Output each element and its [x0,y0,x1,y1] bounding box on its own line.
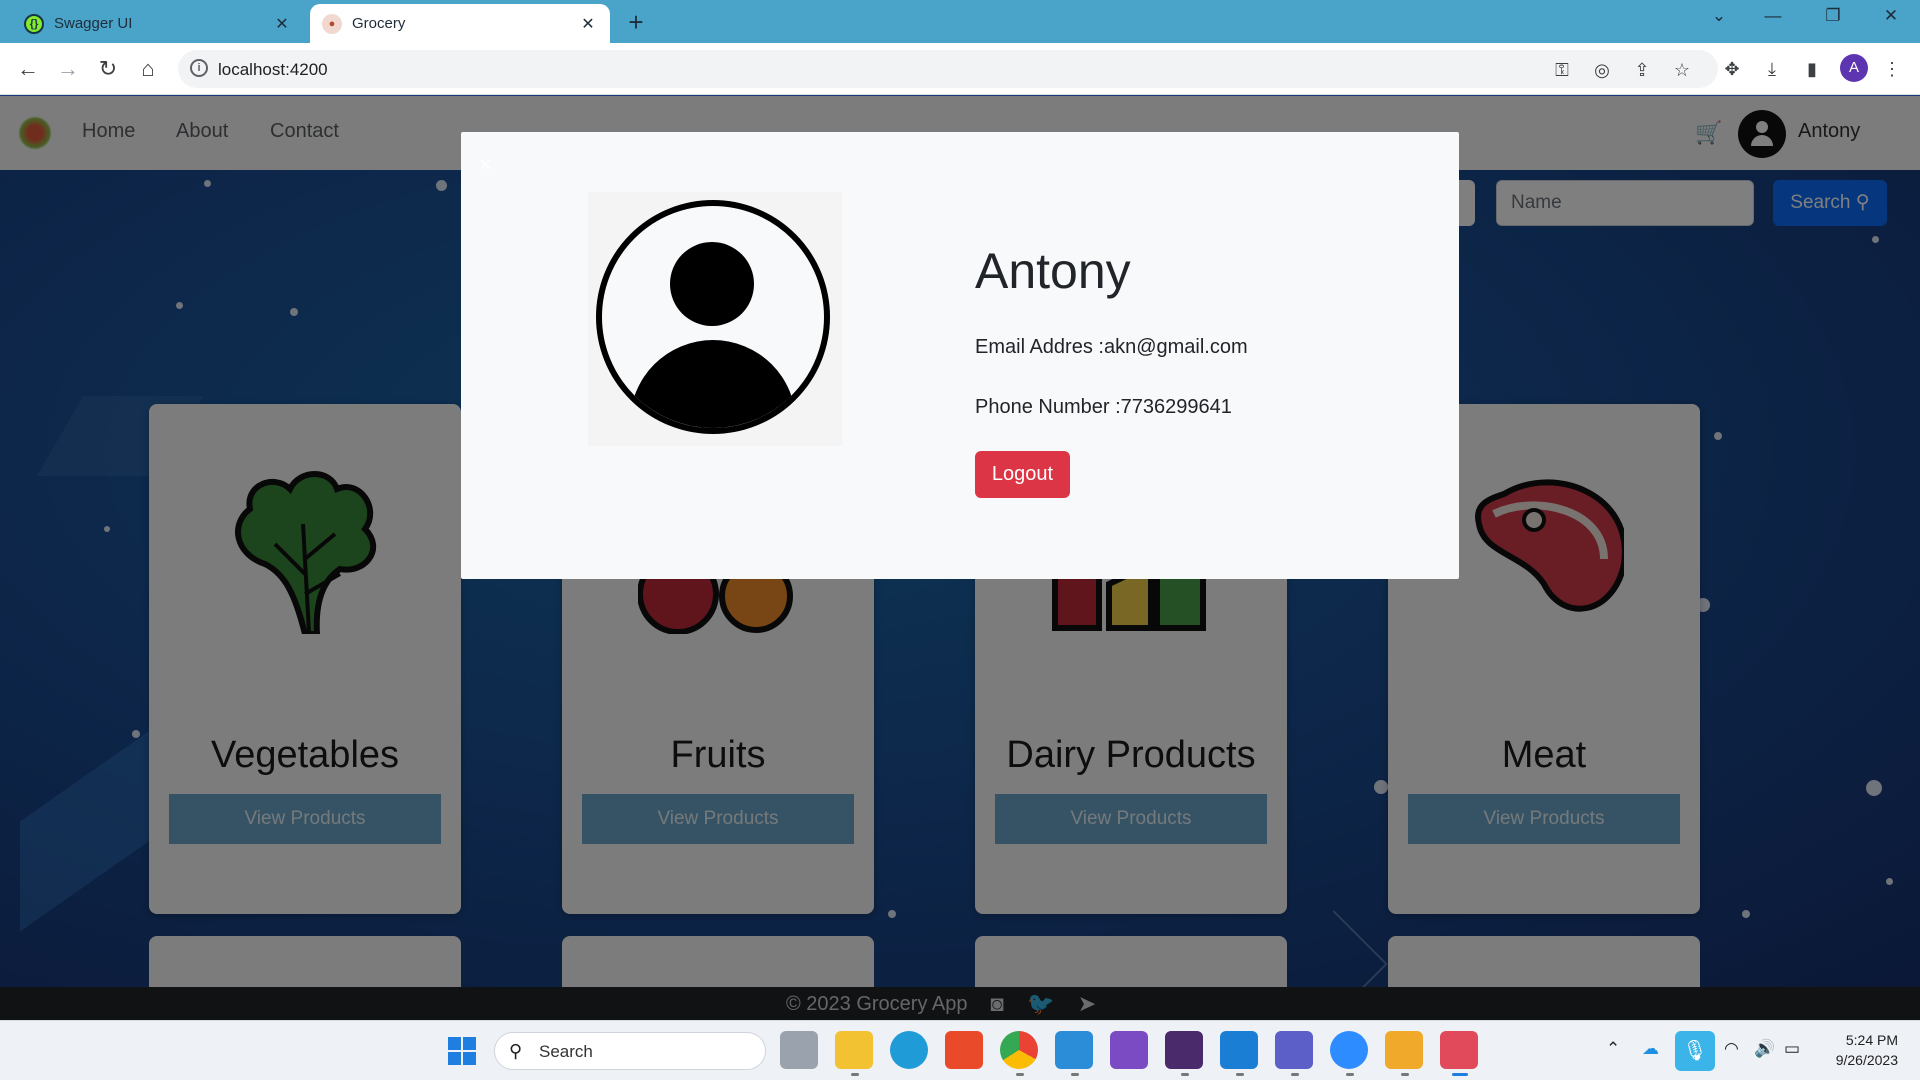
profile-avatar[interactable]: A [1840,54,1868,82]
search-icon: ⚲ [509,1041,523,1061]
running-indicator [1236,1073,1244,1076]
close-window-button[interactable]: ✕ [1876,6,1906,26]
microsoft-store-icon[interactable] [945,1031,983,1069]
running-indicator [1291,1073,1299,1076]
system-clock[interactable]: 5:24 PM 9/26/2023 [1818,1030,1898,1070]
start-tile [463,1037,476,1050]
taskbar-search[interactable]: ⚲ Search [494,1032,766,1070]
back-arrow-icon[interactable]: ← [14,55,42,83]
profile-phone: Phone Number :7736299641 [975,396,1232,418]
teams-icon[interactable] [1275,1031,1313,1069]
tab-title: Swagger UI [54,15,133,32]
clock-date: 9/26/2023 [1835,1052,1898,1068]
password-key-icon[interactable]: ⚿ [1550,58,1574,82]
menu-kebab-icon[interactable]: ⋮ [1880,57,1904,81]
url-text[interactable]: localhost:4200 [218,60,328,80]
swagger-favicon-icon: {} [24,13,44,34]
restore-button[interactable]: ❐ [1818,6,1848,26]
start-tile [448,1052,461,1065]
tracking-protection-icon[interactable]: ◎ [1590,58,1614,82]
edge-icon[interactable] [890,1031,928,1069]
running-indicator [1071,1073,1079,1076]
vscode-icon[interactable] [1220,1031,1258,1069]
share-icon[interactable]: ⇪ [1630,58,1654,82]
profile-email: Email Addres :akn@gmail.com [975,336,1248,358]
tab-title: Grocery [352,15,406,32]
snipping-tool-icon[interactable] [1440,1031,1478,1069]
start-tile [463,1052,476,1065]
download-icon[interactable]: ⤓ [1760,57,1784,81]
browser-toolbar: ← → ↻ ⌂ i localhost:4200 ⚿ ◎ ⇪ ☆ ✥ ⤓ ▮ A… [0,43,1920,95]
site-info-icon[interactable]: i [190,59,208,77]
running-indicator [1401,1073,1409,1076]
logout-button[interactable]: Logout [975,451,1070,498]
microphone-icon[interactable]: 🎙 [1675,1031,1715,1071]
chrome-icon[interactable] [1000,1031,1038,1069]
zoom-icon[interactable] [1330,1031,1368,1069]
browser-tab-strip: {} Swagger UI ✕ ● Grocery ✕ + ⌄ — ❐ ✕ [0,0,1920,43]
clock-time: 5:24 PM [1845,1032,1898,1048]
tab-close-icon[interactable]: ✕ [578,14,598,34]
wifi-icon[interactable]: ◠ [1724,1039,1739,1059]
sticky-notes-icon[interactable] [1385,1031,1423,1069]
profile-name: Antony [975,243,1131,299]
reload-icon[interactable]: ↻ [94,55,122,83]
battery-icon[interactable]: ▭ [1784,1039,1800,1059]
file-explorer-icon[interactable] [835,1031,873,1069]
extensions-icon[interactable]: ✥ [1720,57,1744,81]
tab-search-chevron-icon[interactable]: ⌄ [1704,6,1734,26]
home-icon[interactable]: ⌂ [134,55,162,83]
task-view-icon[interactable] [780,1031,818,1069]
forward-arrow-icon[interactable]: → [54,55,82,83]
tab-close-icon[interactable]: ✕ [272,14,292,34]
volume-icon[interactable]: 🔊 [1754,1039,1775,1059]
minimize-button[interactable]: — [1758,6,1788,26]
running-indicator [851,1073,859,1076]
running-indicator [1016,1073,1024,1076]
running-indicator [1181,1073,1189,1076]
start-tile [448,1037,461,1050]
side-panel-icon[interactable]: ▮ [1800,57,1824,81]
notepad-icon[interactable] [1055,1031,1093,1069]
avatar-body [630,340,796,428]
tray-overflow-chevron-icon[interactable]: ⌃ [1606,1039,1620,1059]
terminal-icon[interactable] [1165,1031,1203,1069]
tab-grocery[interactable]: ● Grocery ✕ [310,4,610,43]
windows-taskbar: ⚲ Search ⌃ ☁ 🎙 ◠ 🔊 ▭ 5:24 PM 9/26/2023 [0,1020,1920,1080]
onedrive-cloud-icon[interactable]: ☁ [1642,1039,1659,1059]
profile-modal: × Antony Email Addres :akn@gmail.com Pho… [461,132,1459,579]
address-bar[interactable]: i localhost:4200 ⚿ ◎ ⇪ ☆ [178,50,1718,88]
active-indicator [1452,1073,1468,1076]
visual-studio-icon[interactable] [1110,1031,1148,1069]
bookmark-star-icon[interactable]: ☆ [1670,58,1694,82]
windows-start-icon[interactable] [448,1037,476,1065]
grocery-favicon-icon: ● [322,13,342,34]
new-tab-button[interactable]: + [622,8,650,36]
running-indicator [1346,1073,1354,1076]
avatar-head [670,242,754,326]
taskbar-search-label: Search [539,1042,593,1061]
tab-swagger-ui[interactable]: {} Swagger UI ✕ [12,4,304,43]
profile-avatar-image [588,192,842,446]
user-profile-icon [596,200,830,434]
modal-close-button[interactable]: × [479,152,492,178]
